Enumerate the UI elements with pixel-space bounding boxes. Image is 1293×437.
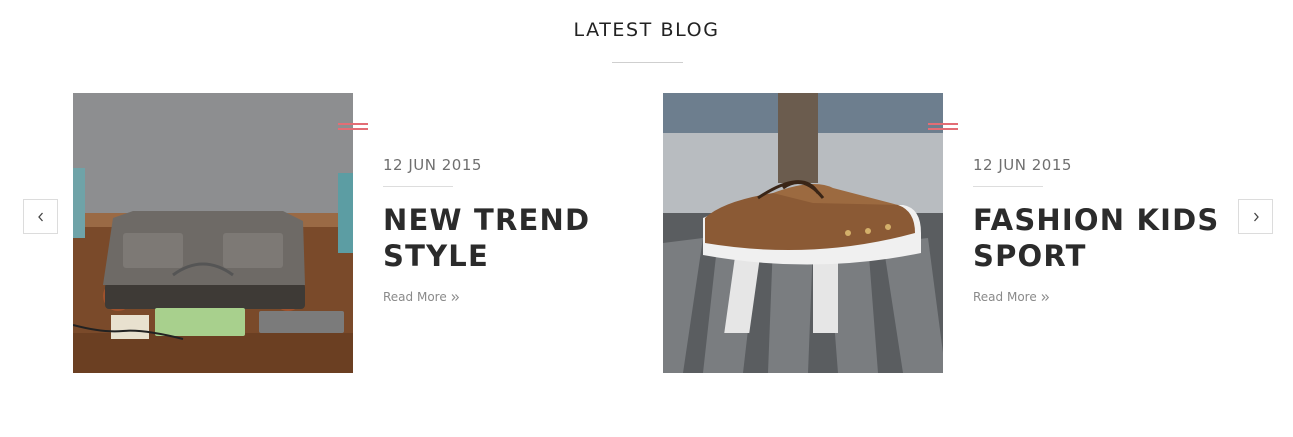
- carousel-prev-button[interactable]: [23, 199, 58, 234]
- date-divider: [973, 186, 1043, 187]
- read-more-label: Read More: [383, 290, 447, 304]
- title-divider: [612, 62, 683, 63]
- accent-lines: [338, 122, 368, 131]
- read-more-link[interactable]: Read More: [383, 290, 460, 304]
- post-title[interactable]: FASHION KIDS SPORT: [973, 202, 1243, 274]
- post-date: 12 JUN 2015: [973, 156, 1072, 174]
- carousel-next-button[interactable]: [1238, 199, 1273, 234]
- chevron-right-icon: [1253, 212, 1259, 221]
- post-image-leather-bag[interactable]: [73, 93, 353, 373]
- read-more-label: Read More: [973, 290, 1037, 304]
- double-chevron-right-icon: [451, 293, 459, 301]
- post-date: 12 JUN 2015: [383, 156, 482, 174]
- post-title[interactable]: NEW TREND STYLE: [383, 202, 653, 274]
- chevron-left-icon: [37, 212, 43, 221]
- accent-lines: [928, 122, 958, 131]
- date-divider: [383, 186, 453, 187]
- read-more-link[interactable]: Read More: [973, 290, 1050, 304]
- section-title: LATEST BLOG: [573, 19, 720, 41]
- double-chevron-right-icon: [1041, 293, 1049, 301]
- post-image-boat-shoe[interactable]: [663, 93, 943, 373]
